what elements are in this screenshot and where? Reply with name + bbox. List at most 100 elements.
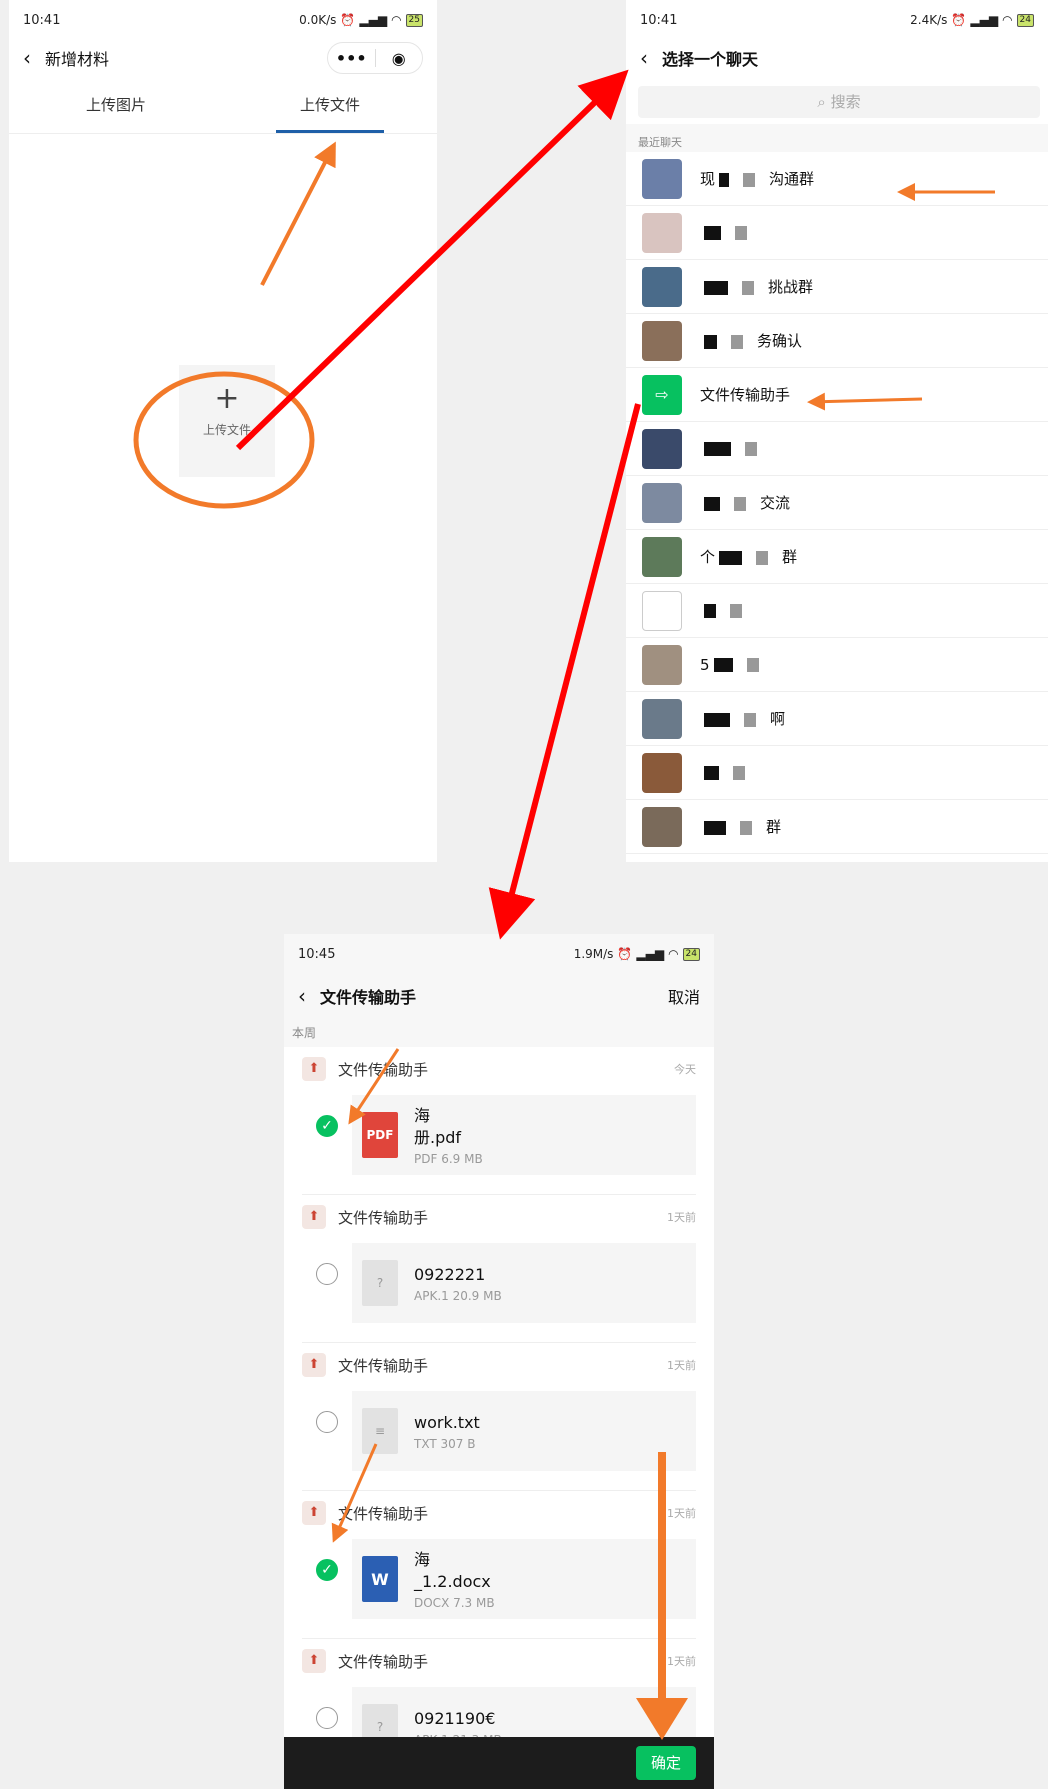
search-input[interactable]: ⌕ 搜索 (638, 86, 1040, 118)
checked-icon[interactable]: ✓ (316, 1559, 338, 1581)
message-time: 1天前 (667, 1211, 696, 1224)
network-speed: 2.4K/s (910, 13, 948, 27)
signal-icon: ▂▄▆ (970, 13, 999, 27)
chat-name-suffix: 啊 (770, 710, 786, 728)
redaction (746, 658, 759, 672)
file-transfer-icon: ⇨ (642, 374, 682, 415)
redaction (704, 604, 716, 618)
checked-icon[interactable]: ✓ (316, 1115, 338, 1137)
chat-row[interactable]: 现 沟通群 (626, 152, 1048, 206)
redaction (704, 280, 728, 295)
select-radio[interactable] (316, 1707, 338, 1729)
redaction (745, 442, 757, 456)
chat-row[interactable] (626, 206, 1048, 260)
nav-bar: ‹ 新增材料 ••• ◉ (9, 40, 437, 76)
upload-file-button[interactable]: + 上传文件 (179, 365, 275, 477)
chat-row[interactable] (626, 422, 1048, 476)
chat-name (700, 764, 759, 782)
screen-add-material: 10:41 0.0K/s ⏰ ▂▄▆ ◠ 25 ‹ 新增材料 ••• ◉ 上传图… (9, 0, 437, 862)
pdf-file-icon: PDF (362, 1112, 398, 1158)
back-icon[interactable]: ‹ (298, 984, 306, 1008)
redaction (704, 820, 726, 835)
chat-row[interactable]: 交流 (626, 476, 1048, 530)
recent-chats-label: 最近聊天 (626, 124, 1048, 152)
chat-avatar (642, 158, 682, 199)
page-title: 选择一个聊天 (662, 50, 759, 69)
file-name-line2: 0921190€ (414, 1708, 496, 1728)
battery-icon: 25 (405, 13, 423, 27)
unk-file-icon: ? (362, 1260, 398, 1306)
chat-row[interactable]: ⇨ 文件传输助手 (626, 368, 1048, 422)
redaction (704, 766, 719, 780)
tab-bar: 上传图片 上传文件 (9, 80, 437, 134)
chat-name: 务确认 (700, 330, 802, 351)
chat-row[interactable]: 啊 (626, 692, 1048, 746)
chat-name-suffix: 群 (782, 548, 798, 566)
chat-row[interactable]: 个群 (626, 530, 1048, 584)
redaction (756, 550, 769, 565)
plus-icon: + (214, 381, 240, 416)
chat-row[interactable] (626, 584, 1048, 638)
wifi-icon: ◠ (1002, 13, 1013, 27)
redaction (704, 226, 721, 240)
back-icon[interactable]: ‹ (23, 46, 31, 70)
message-list: ⬆ 文件传输助手 今天 ✓ PDF 海册.pdf PDF 6.9 MB ⬆ 文件传输助手 1天前?… (284, 1047, 714, 1787)
redaction (719, 550, 743, 565)
chat-row[interactable]: 群 (626, 800, 1048, 854)
chat-name-prefix: 文件传输助手 (700, 386, 791, 404)
chat-avatar (642, 266, 682, 307)
status-time: 10:45 (298, 946, 336, 962)
chat-row[interactable]: 挑战群 (626, 260, 1048, 314)
txt-file-icon: ≡ (362, 1408, 398, 1454)
file-card[interactable]: W 海 _1.2.docx DOCX 7.3 MB (352, 1539, 696, 1619)
redaction (733, 766, 745, 780)
chat-avatar (642, 590, 682, 631)
chat-name: 啊 (700, 708, 785, 729)
redaction (704, 496, 720, 511)
sender-name: 文件传输助手 (338, 1504, 429, 1523)
chat-name: 个群 (700, 546, 797, 567)
cancel-button[interactable]: 取消 (668, 984, 700, 1008)
chat-avatar (642, 482, 682, 523)
file-name-line2: 册.pdf (414, 1127, 462, 1147)
tab-upload-image[interactable]: 上传图片 (9, 80, 223, 133)
back-icon[interactable]: ‹ (640, 46, 648, 70)
tab-upload-file[interactable]: 上传文件 (223, 80, 437, 133)
chat-row[interactable] (626, 746, 1048, 800)
battery-icon: 24 (1016, 13, 1034, 27)
file-meta: DOCX 7.3 MB (414, 1595, 495, 1610)
file-card[interactable]: ≡ work.txt TXT 307 B (352, 1391, 696, 1471)
select-radio[interactable] (316, 1411, 338, 1433)
chat-avatar (642, 536, 682, 577)
file-meta: PDF 6.9 MB (414, 1151, 483, 1166)
chat-row[interactable]: 5 (626, 638, 1048, 692)
message-time: 1天前 (667, 1655, 696, 1668)
section-label: 本周 (292, 1026, 317, 1040)
redaction (742, 280, 754, 295)
select-radio[interactable] (316, 1263, 338, 1285)
file-transfer-avatar: ⬆ (302, 1649, 326, 1673)
redaction (704, 334, 717, 349)
more-icon[interactable]: ••• (328, 49, 375, 68)
file-card[interactable]: ? 0922221 APK.1 20.9 MB (352, 1243, 696, 1323)
chat-avatar (642, 698, 682, 739)
chat-row[interactable]: 务确认 (626, 314, 1048, 368)
status-bar: 10:41 2.4K/s ⏰ ▂▄▆ ◠ 24 (626, 0, 1048, 40)
redaction (744, 712, 756, 727)
chat-avatar (642, 644, 682, 685)
file-card[interactable]: PDF 海册.pdf PDF 6.9 MB (352, 1095, 696, 1175)
record-icon[interactable]: ◉ (376, 49, 423, 68)
nav-bar: ‹ 选择一个聊天 (626, 40, 1048, 76)
file-name-line1: 海 (414, 1105, 431, 1125)
chat-name-suffix: 挑战群 (768, 278, 814, 296)
network-speed: 0.0K/s (299, 13, 337, 27)
chat-name-suffix: 沟通群 (769, 170, 815, 188)
chat-name-prefix: 现 (700, 170, 716, 188)
message-sender: ⬆ 文件传输助手 今天 (302, 1057, 696, 1081)
confirm-button[interactable]: 确定 (636, 1746, 696, 1780)
nav-bar: ‹ 文件传输助手 取消 (284, 974, 714, 1018)
redaction (735, 226, 747, 240)
file-transfer-avatar: ⬆ (302, 1057, 326, 1081)
message-time: 今天 (674, 1063, 696, 1076)
file-meta: APK.1 20.9 MB (414, 1288, 502, 1303)
